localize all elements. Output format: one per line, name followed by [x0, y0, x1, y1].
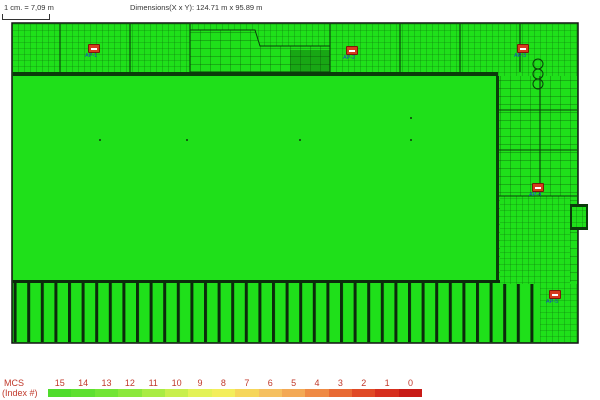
legend-entry-label: 13 — [101, 378, 112, 388]
legend-entry: 15 — [48, 378, 72, 397]
legend-entry-label: 15 — [54, 378, 65, 388]
legend-entry: 12 — [118, 378, 142, 397]
legend-color-swatch — [398, 389, 423, 397]
access-point-label: AP-2 — [343, 55, 356, 61]
legend-entry-label: 7 — [244, 378, 250, 388]
top-corridor — [13, 72, 498, 76]
access-point-ap-4[interactable]: AP-4 — [529, 183, 544, 199]
legend-entry-label: 10 — [171, 378, 182, 388]
legend-color-swatch — [48, 389, 72, 397]
legend-color-swatch — [118, 389, 142, 397]
legend-entry-label: 2 — [361, 378, 367, 388]
access-point-label: AP-5 — [546, 299, 559, 305]
legend-color-swatch — [211, 389, 236, 397]
legend-entry-label: 5 — [291, 378, 297, 388]
legend-swatches: 15 14 13 12 11 10 9 8 7 6 5 4 3 2 1 0 — [48, 378, 423, 397]
access-point-icon — [532, 183, 544, 192]
legend-entry: 11 — [141, 378, 165, 397]
legend-color-swatch — [352, 389, 376, 397]
legend-entry: 5 — [281, 378, 306, 397]
right-wall — [496, 76, 499, 284]
legend-entry: 6 — [258, 378, 282, 397]
open-hall — [15, 78, 495, 280]
legend-entry: 2 — [352, 378, 376, 397]
legend-entry: 8 — [211, 378, 236, 397]
access-point-ap-1[interactable]: AP-1 — [85, 44, 100, 60]
legend-entry: 1 — [375, 378, 399, 397]
legend-entry: 13 — [94, 378, 119, 397]
access-point-label: AP-1 — [85, 53, 98, 59]
legend-entry-label: 3 — [337, 378, 343, 388]
legend-entry-label: 4 — [314, 378, 320, 388]
access-point-icon — [88, 44, 100, 53]
access-point-ap-2[interactable]: AP-2 — [343, 46, 358, 62]
parking-top-wall — [13, 280, 538, 283]
legend-color-swatch — [281, 389, 306, 397]
legend-subtitle: (Index #) — [2, 388, 38, 398]
legend-entry: 7 — [235, 378, 259, 397]
legend-color-swatch — [235, 389, 259, 397]
legend-entry-label: 6 — [267, 378, 273, 388]
legend-entry: 9 — [188, 378, 212, 397]
legend-color-swatch — [375, 389, 399, 397]
access-point-label: AP-3 — [514, 53, 527, 59]
access-point-label: AP-4 — [529, 192, 542, 198]
access-point-ap-3[interactable]: AP-3 — [514, 44, 529, 60]
legend-entry-label: 8 — [220, 378, 226, 388]
legend-color-swatch — [164, 389, 189, 397]
legend-entry-label: 12 — [124, 378, 135, 388]
legend-entry-label: 11 — [148, 378, 158, 388]
legend-entry: 0 — [398, 378, 423, 397]
legend-color-swatch — [328, 389, 353, 397]
legend-entry: 10 — [164, 378, 189, 397]
legend-color-swatch — [305, 389, 329, 397]
access-point-icon — [346, 46, 358, 55]
legend-entry: 3 — [328, 378, 353, 397]
legend-entry-label: 14 — [78, 378, 89, 388]
legend-entry: 4 — [305, 378, 329, 397]
legend-color-swatch — [71, 389, 95, 397]
legend-color-swatch — [141, 389, 165, 397]
access-point-ap-5[interactable]: AP-5 — [546, 290, 561, 306]
legend-color-swatch — [258, 389, 282, 397]
legend-color-swatch — [188, 389, 212, 397]
legend-title: MCS — [4, 378, 24, 388]
legend-entry: 14 — [71, 378, 95, 397]
legend-color-swatch — [94, 389, 119, 397]
legend-entry-label: 0 — [408, 378, 414, 388]
floor-plan-map[interactable]: AP-1 AP-2 AP-3 AP-4 AP-5 — [0, 0, 600, 345]
legend-entry-label: 1 — [384, 378, 390, 388]
access-point-icon — [517, 44, 529, 53]
mcs-legend: MCS (Index #) 15 14 13 12 11 10 9 8 7 6 5 4 3 2 1 0 — [0, 378, 600, 400]
access-point-icon — [549, 290, 561, 299]
right-room-block — [500, 196, 570, 284]
legend-entry-label: 9 — [197, 378, 203, 388]
parking-stalls — [13, 282, 538, 342]
